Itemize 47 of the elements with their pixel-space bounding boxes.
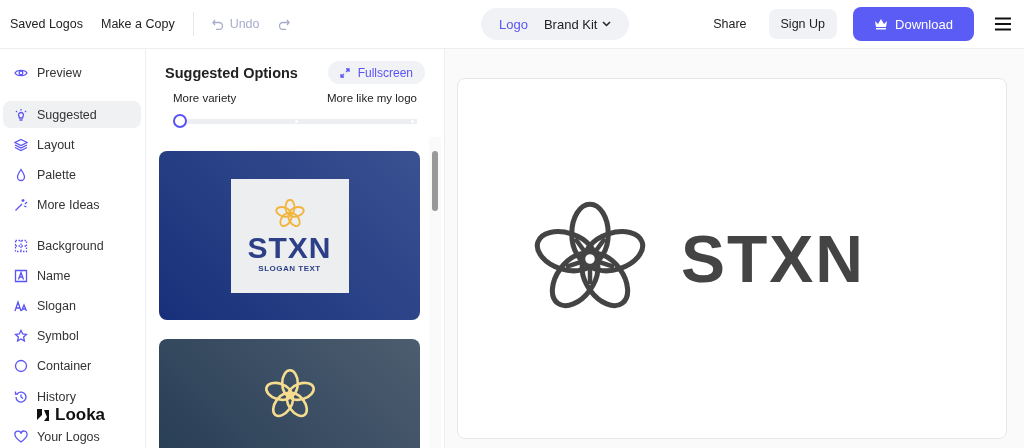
sidebar-item[interactable]: Layout — [3, 131, 141, 158]
grid-icon — [14, 238, 28, 253]
slider-label: More like my logo — [326, 92, 417, 104]
sidebar-item[interactable]: History — [3, 387, 141, 407]
sidebar-item[interactable]: Background — [3, 232, 141, 259]
layers-icon — [14, 137, 28, 152]
expand-icon — [339, 67, 350, 78]
sidebar-item[interactable]: Your Logos — [3, 427, 141, 447]
logo-name: STXN — [247, 232, 332, 263]
brand-logo: Looka — [34, 406, 106, 424]
flower-icon — [274, 198, 305, 229]
bulb-icon — [14, 107, 28, 122]
letter-icon — [14, 268, 28, 283]
header-link[interactable]: Saved Logos — [10, 17, 83, 31]
sidebar-item[interactable]: Preview — [3, 59, 141, 86]
menu-icon[interactable] — [994, 17, 1012, 31]
star-icon — [14, 328, 28, 343]
sidebar-item[interactable]: Slogan — [3, 292, 141, 319]
slider-label: More variety — [173, 92, 237, 104]
sidebar-item[interactable]: Suggested — [3, 101, 141, 128]
panel-title: Suggested Options — [165, 64, 298, 81]
header-link[interactable]: Make a Copy — [101, 17, 175, 31]
drop-icon — [14, 167, 28, 182]
sidebar-item[interactable]: Container — [3, 352, 141, 379]
logo-name: STXN — [681, 220, 865, 297]
logo-option-card[interactable]: STXN SLOGAN TEXT — [159, 151, 420, 320]
logo-icon — [34, 406, 52, 424]
sidebar-item[interactable]: More Ideas — [3, 191, 141, 218]
fullscreen-button[interactable]: Fullscreen — [327, 61, 425, 84]
scrollbar[interactable] — [429, 137, 441, 448]
heart-icon — [14, 430, 28, 444]
wand-icon — [14, 197, 28, 212]
logo-slogan: SLOGAN TEXT — [258, 263, 321, 273]
sidebar-item[interactable]: Name — [3, 262, 141, 289]
sidebar-item[interactable]: Palette — [3, 161, 141, 188]
mode-tab[interactable]: Logo — [495, 16, 532, 32]
undo-icon — [211, 18, 224, 30]
mode-tab[interactable]: Brand Kit — [539, 16, 616, 32]
sidebar-item[interactable]: Symbol — [3, 322, 141, 349]
history-icon — [14, 390, 28, 404]
crown-icon — [874, 18, 889, 30]
circle-icon — [14, 358, 28, 373]
font-icon — [14, 298, 28, 313]
share-link[interactable]: Share — [713, 17, 747, 31]
sign-up-button[interactable]: Sign Up — [768, 9, 837, 39]
slider-thumb[interactable] — [173, 114, 187, 128]
download-button[interactable]: Download — [853, 7, 974, 41]
